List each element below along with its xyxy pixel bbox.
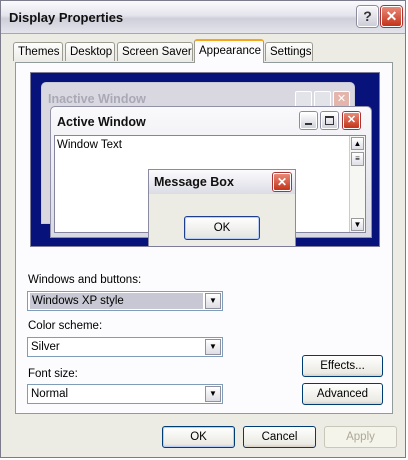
vertical-scrollbar: ▲ ≡ ▼ [349,136,365,232]
help-button[interactable]: ? [357,6,378,27]
window-text: Window Text [57,139,122,151]
effects-button[interactable]: Effects... [302,355,383,377]
font-size-select[interactable]: Normal ▼ [27,384,223,404]
message-box-preview: Message Box ✕ OK [148,169,296,246]
appearance-preview: Inactive Window ✕ Active Window ✕ Window… [30,72,380,247]
windows-buttons-select[interactable]: Windows XP style ▼ [27,291,223,311]
close-icon: ✕ [343,112,360,129]
windows-buttons-value: Windows XP style [30,293,203,309]
tab-settings[interactable]: Settings [265,42,313,61]
cancel-button[interactable]: Cancel [243,426,316,448]
message-box-title-bar: Message Box ✕ [149,170,295,194]
scroll-thumb: ≡ [351,152,364,166]
display-properties-window: Display Properties ? ✕ Themes Desktop Sc… [0,0,406,458]
active-window-preview: Active Window ✕ Window Text ▲ ≡ ▼ Messag… [50,106,372,246]
tab-themes[interactable]: Themes [13,42,63,61]
chevron-down-icon[interactable]: ▼ [205,386,221,402]
color-scheme-label: Color scheme: [28,320,103,332]
color-scheme-select[interactable]: Silver ▼ [27,337,223,357]
font-size-value: Normal [31,388,69,400]
chevron-down-icon[interactable]: ▼ [205,293,221,309]
windows-buttons-label: Windows and buttons: [28,274,142,286]
close-button[interactable]: ✕ [381,6,402,27]
maximize-icon [321,112,338,129]
message-box-title: Message Box [154,175,234,189]
chevron-down-icon[interactable]: ▼ [205,339,221,355]
tab-appearance[interactable]: Appearance [194,39,264,63]
inactive-window-title: Inactive Window [48,92,146,106]
ok-button[interactable]: OK [162,426,235,448]
color-scheme-value: Silver [31,341,60,353]
title-bar[interactable]: Display Properties ? ✕ [1,1,405,34]
minimize-icon [300,112,317,129]
apply-button[interactable]: Apply [324,426,397,448]
scroll-up-icon: ▲ [351,137,364,150]
tab-desktop[interactable]: Desktop [65,42,115,61]
window-title: Display Properties [9,10,124,25]
tab-screen-saver[interactable]: Screen Saver [117,42,193,61]
font-size-label: Font size: [28,368,78,380]
message-box-ok-button: OK [184,216,260,240]
scroll-down-icon: ▼ [351,218,364,231]
question-mark-icon: ? [363,8,372,24]
close-icon: ✕ [273,173,291,191]
active-window-title: Active Window [57,115,146,129]
advanced-button[interactable]: Advanced [302,383,383,405]
close-icon: ✕ [385,8,398,24]
